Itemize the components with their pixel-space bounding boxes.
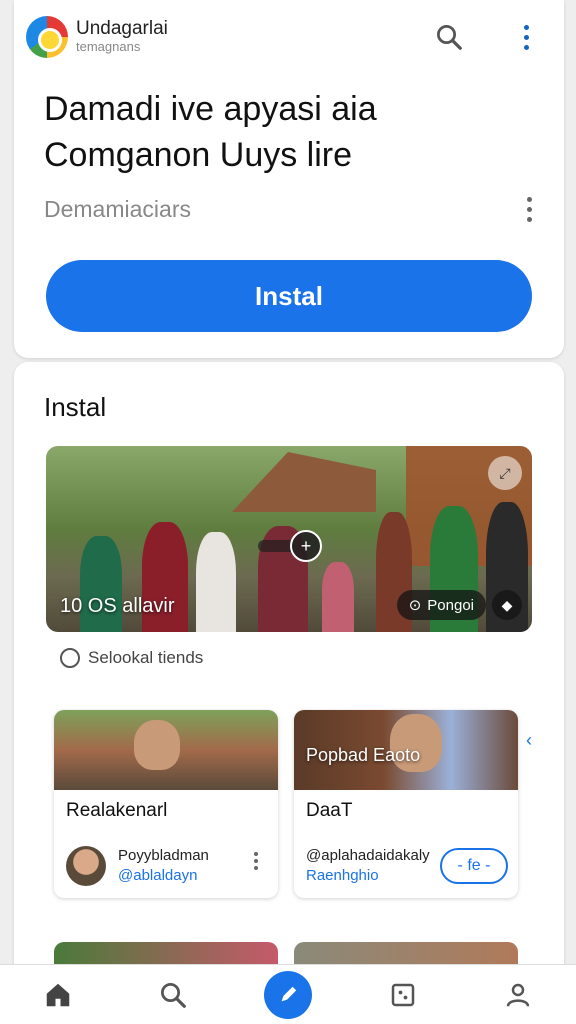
card-image-text: Popbad Eaoto <box>306 745 421 765</box>
card-image: Popbad Eaoto <box>294 710 518 790</box>
hero-chip[interactable]: ⊙ Pongoi <box>396 590 486 620</box>
card-title: DaaT <box>306 800 353 821</box>
developer-name[interactable]: Demamiaciars <box>44 196 191 223</box>
nav-apps[interactable] <box>373 970 433 1020</box>
card-action-button[interactable]: - fe - <box>440 848 508 884</box>
play-tail <box>258 540 294 552</box>
hero-roof <box>232 452 376 512</box>
hero-chip-label: Pongoi <box>427 596 474 614</box>
card-title: Realakenarl <box>66 800 168 821</box>
nav-profile[interactable] <box>488 970 548 1020</box>
bottom-nav <box>0 964 576 1024</box>
hero-image[interactable]: ⤢ + 10 OS allavir ⊙ Pongoi ◆ <box>46 446 532 632</box>
app-brand: Undagarlai temagnans <box>26 16 168 58</box>
play-button[interactable]: + <box>290 530 322 562</box>
compose-fab[interactable] <box>263 970 312 1019</box>
search-icon <box>437 25 462 50</box>
avatar[interactable] <box>66 846 106 886</box>
card-image <box>54 710 278 790</box>
card-author: Poyybladman <box>118 847 209 864</box>
nav-search[interactable] <box>143 970 203 1020</box>
app-logo <box>26 16 68 58</box>
nav-compose[interactable] <box>258 970 318 1020</box>
app-name: Undagarlai <box>76 18 168 40</box>
home-icon <box>46 983 69 1006</box>
brand-text: Undagarlai temagnans <box>76 18 168 55</box>
card-face <box>134 720 180 770</box>
card-more-button[interactable] <box>254 852 264 882</box>
content-card-item[interactable]: Realakenarl Poyybladman @ablaldayn <box>54 710 278 898</box>
pin-icon: ◆ <box>501 596 513 613</box>
expand-icon: ⤢ <box>499 464 511 481</box>
listing-headline: Damadi ive apyasi aia Comganon Uuys lire <box>44 90 377 174</box>
tag-label: Selookal tiends <box>88 648 204 667</box>
hero-caption: 10 OS allavir <box>60 595 175 617</box>
search-button[interactable] <box>430 18 468 56</box>
nav-home[interactable] <box>28 970 88 1020</box>
chevron-left-icon[interactable]: ‹ <box>526 730 532 751</box>
next-card-peek <box>54 942 278 966</box>
card-meta: Poyybladman @ablaldayn <box>118 846 209 886</box>
circle-icon <box>60 648 80 668</box>
location-icon: ⊙ <box>408 597 422 614</box>
play-icon: + <box>300 535 312 556</box>
card-meta: @aplahadaidakaly Raenhghio <box>306 846 430 886</box>
hero-person <box>196 532 236 632</box>
hero-person <box>322 562 354 632</box>
app-subtitle: temagnans <box>76 39 141 55</box>
next-card-peek <box>294 942 518 966</box>
more-vertical-icon <box>523 24 529 50</box>
developer-more-button[interactable] <box>520 194 538 224</box>
more-vertical-icon <box>526 196 532 222</box>
tag-row[interactable]: Selookal tiends <box>60 648 203 668</box>
content-card-item[interactable]: Popbad Eaoto DaaT @aplahadaidakaly Raenh… <box>294 710 518 898</box>
expand-button[interactable]: ⤢ <box>488 456 522 490</box>
card-handle[interactable]: @ablaldayn <box>118 866 209 886</box>
compose-icon <box>281 986 297 1001</box>
more-options-button[interactable] <box>514 18 538 56</box>
card-author: @aplahadaidakaly <box>306 847 430 864</box>
section-title: Instal <box>44 392 107 422</box>
profile-icon <box>507 983 530 1007</box>
card-handle[interactable]: Raenhghio <box>306 866 430 886</box>
search-icon <box>160 982 186 1008</box>
apps-icon <box>391 983 415 1006</box>
install-button[interactable]: Instal <box>46 260 532 332</box>
more-vertical-icon <box>254 852 264 870</box>
pin-button[interactable]: ◆ <box>492 590 522 620</box>
